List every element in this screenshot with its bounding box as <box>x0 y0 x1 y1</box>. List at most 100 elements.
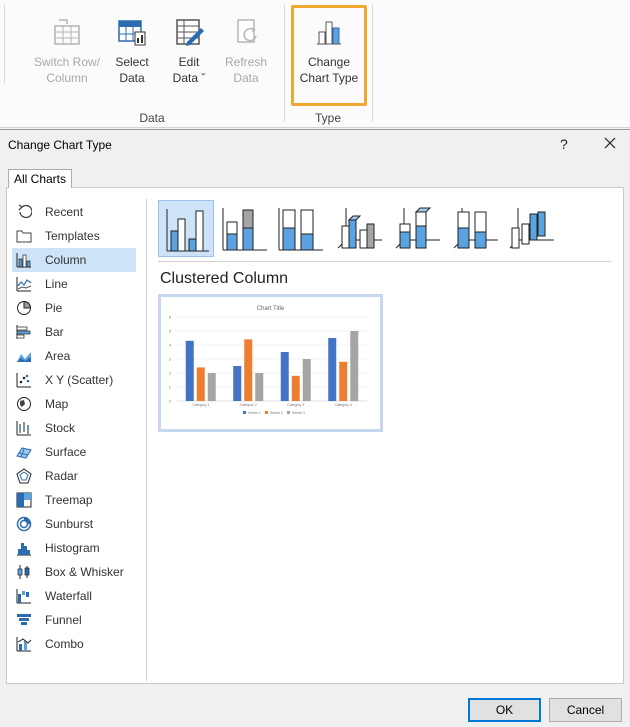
x-tick-label: Category 2 <box>240 403 257 407</box>
subtype-stacked-column[interactable] <box>217 200 273 257</box>
subtype-100-stacked-column[interactable] <box>273 200 329 257</box>
gallery-divider <box>158 261 611 262</box>
chart-preview[interactable]: Chart Title 0 1 2 3 4 5 6 Category 1 Category 2… <box>158 294 383 432</box>
sidebar-item-sunburst[interactable]: Sunburst <box>12 512 136 536</box>
sidebar-item-label: Recent <box>45 205 84 219</box>
sidebar-item-label: Pie <box>45 301 63 315</box>
sidebar-item-pie[interactable]: Pie <box>12 296 136 320</box>
dialog-title: Change Chart Type <box>8 138 112 152</box>
edit-data-button[interactable]: Edit Data ˇ <box>166 16 212 86</box>
surface-chart-icon <box>16 447 32 459</box>
ok-button[interactable]: OK <box>468 698 541 722</box>
sidebar-item-label: Column <box>45 253 87 267</box>
tab-all-charts[interactable]: All Charts <box>8 169 73 188</box>
sidebar-item-box-whisker[interactable]: Box & Whisker <box>12 560 136 584</box>
chart-gridlines <box>177 316 367 402</box>
sidebar-item-surface[interactable]: Surface <box>12 440 136 464</box>
sidebar-item-waterfall[interactable]: Waterfall <box>12 584 136 608</box>
sidebar-item-combo[interactable]: Combo <box>12 632 136 656</box>
stock-chart-icon <box>16 421 31 436</box>
3d-clustered-column-icon <box>337 208 382 249</box>
sidebar-item-label: Surface <box>45 445 87 459</box>
sidebar-item-column[interactable]: Column <box>12 248 136 272</box>
switch-row-column-button[interactable]: Switch Row/ Column <box>32 16 102 86</box>
sidebar-item-label: Templates <box>45 229 100 243</box>
ribbon-group-separator <box>284 4 285 122</box>
sidebar-item-stock[interactable]: Stock <box>12 416 136 440</box>
subtype-3d-100-stacked-column[interactable] <box>448 200 504 257</box>
sidebar-item-label: Bar <box>45 325 64 339</box>
bar-series-3-category-1 <box>207 373 216 401</box>
sidebar-item-recent[interactable]: Recent <box>12 200 136 224</box>
refresh-data-label: Refresh Data <box>224 55 268 85</box>
bar-series-1-category-2 <box>233 366 242 401</box>
sidebar-item-line[interactable]: Line <box>12 272 136 296</box>
sidebar-item-x-y-scatter[interactable]: X Y (Scatter) <box>12 368 136 392</box>
refresh-data-icon <box>237 19 257 43</box>
y-tick-label: 2 <box>169 371 172 376</box>
legend-swatch <box>287 411 290 414</box>
y-tick-label: 0 <box>169 399 172 404</box>
legend-label: Series 3 <box>292 411 305 415</box>
sidebar-item-funnel[interactable]: Funnel <box>12 608 136 632</box>
subtype-3d-clustered-column[interactable] <box>332 200 388 257</box>
histogram-chart-icon <box>17 543 31 556</box>
pie-chart-icon <box>17 300 32 315</box>
funnel-chart-icon <box>17 614 31 625</box>
sidebar-item-map[interactable]: Map <box>12 392 136 416</box>
waterfall-chart-icon <box>16 589 31 604</box>
sidebar-item-label: Treemap <box>45 493 93 507</box>
change-chart-type-dialog: Change Chart Type ? All Charts Recent Tem… <box>0 129 630 727</box>
close-icon[interactable] <box>600 133 620 153</box>
sidebar-item-label: Waterfall <box>45 589 92 603</box>
sidebar-item-label: Stock <box>45 421 76 435</box>
bar-series-1-category-1 <box>185 340 194 401</box>
subtype-3d-column[interactable] <box>504 200 560 257</box>
sidebar-item-bar[interactable]: Bar <box>12 320 136 344</box>
refresh-data-button[interactable]: Refresh Data <box>222 16 270 86</box>
y-tick-label: 1 <box>169 385 172 390</box>
folder-icon <box>16 230 32 243</box>
subtype-clustered-column[interactable] <box>158 200 214 257</box>
chart-x-tick-labels: Category 1 Category 2 Category 3 Category 4 <box>192 403 352 407</box>
sidebar-item-histogram[interactable]: Histogram <box>12 536 136 560</box>
sidebar-item-templates[interactable]: Templates <box>12 224 136 248</box>
ribbon-separator <box>4 4 5 84</box>
sidebar-divider <box>146 199 147 681</box>
select-data-icon <box>118 20 146 46</box>
legend-swatch <box>243 411 246 414</box>
select-data-label: Select Data <box>115 55 149 85</box>
legend-swatch <box>265 411 268 414</box>
help-button[interactable]: ? <box>560 136 568 152</box>
stacked-column-icon <box>222 208 267 251</box>
y-tick-label: 4 <box>169 343 172 348</box>
chart-category-list: Recent Templates Column Line Pie Bar Area X Y (… <box>12 200 136 656</box>
sidebar-item-radar[interactable]: Radar <box>12 464 136 488</box>
sidebar-item-treemap[interactable]: Treemap <box>12 488 136 512</box>
bar-series-2-category-2 <box>244 339 253 401</box>
bar-series-3-category-4 <box>350 331 359 401</box>
combo-chart-icon <box>16 637 32 652</box>
legend-label: Series 1 <box>248 411 261 415</box>
box-whisker-chart-icon <box>17 565 30 579</box>
chart-title: Chart Title <box>257 306 285 312</box>
sidebar-item-label: Area <box>45 349 71 363</box>
sidebar-item-label: Radar <box>45 469 78 483</box>
subtype-3d-stacked-column[interactable] <box>390 200 446 257</box>
sidebar-item-label: Line <box>45 277 68 291</box>
ribbon: Switch Row/ Column Select Data Edit Data… <box>0 0 630 128</box>
sidebar-item-area[interactable]: Area <box>12 344 136 368</box>
select-data-button[interactable]: Select Data <box>108 16 156 86</box>
group-label-type: Type <box>314 111 341 125</box>
radar-chart-icon <box>16 468 32 484</box>
x-tick-label: Category 1 <box>192 403 209 407</box>
sidebar-item-label: Histogram <box>45 541 100 555</box>
cancel-button[interactable]: Cancel <box>549 698 622 722</box>
chart-y-tick-labels: 0 1 2 3 4 5 6 <box>169 315 172 404</box>
chart-bars <box>185 331 359 401</box>
legend-label: Series 2 <box>270 411 283 415</box>
preview-chart: Chart Title 0 1 2 3 4 5 6 Category 1 Category 2… <box>169 306 367 415</box>
bar-series-2-category-4 <box>339 361 348 401</box>
3d-percent-stacked-column-icon <box>453 208 498 249</box>
y-tick-label: 6 <box>169 315 172 320</box>
